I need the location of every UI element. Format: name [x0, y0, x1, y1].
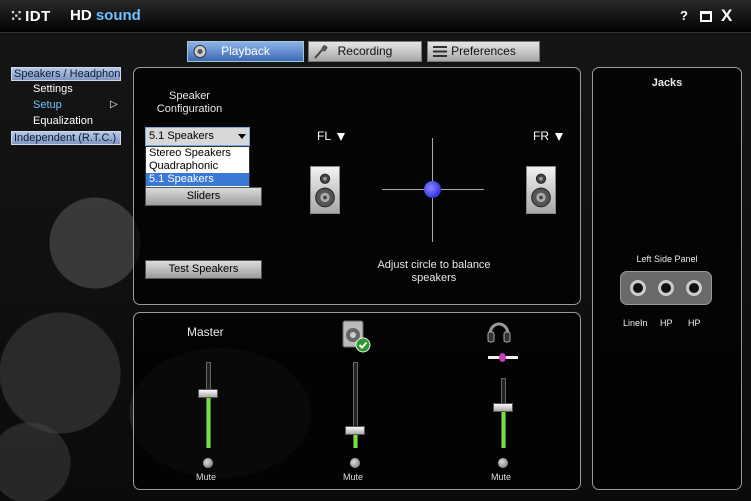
- front-left-channel[interactable]: FL: [317, 129, 346, 143]
- tab-playback-label: Playback: [221, 44, 270, 58]
- tab-playback[interactable]: Playback: [187, 41, 304, 62]
- front-right-channel[interactable]: FR: [533, 129, 563, 143]
- speaker-config-title: Speaker Configuration: [156, 90, 223, 115]
- close-button[interactable]: X: [721, 6, 732, 26]
- setup-arrow-icon: ▷: [110, 99, 118, 110]
- hp-jack-icon[interactable]: [658, 280, 674, 296]
- hp-jack-icon[interactable]: [686, 280, 702, 296]
- jacks-location: Left Side Panel: [636, 254, 698, 264]
- logo-text: IDT: [25, 8, 51, 25]
- slider-thumb[interactable]: [493, 403, 513, 412]
- dropdown-arrow-icon: [238, 134, 246, 139]
- list-icon: [433, 46, 447, 57]
- tab-recording-label: Recording: [337, 44, 393, 58]
- maximize-button[interactable]: [700, 11, 712, 22]
- slider-thumb[interactable]: [345, 426, 365, 435]
- product-main: HD: [70, 7, 92, 24]
- sidebar-item-speakers-headphones[interactable]: Speakers / Headphones: [11, 67, 121, 81]
- tab-preferences-label: Preferences: [451, 44, 516, 58]
- headphone-volume-slider[interactable]: [491, 378, 515, 448]
- speaker-device-check-icon: [342, 320, 371, 353]
- title-bar: ⁙ IDT HD sound ? X: [0, 0, 751, 33]
- speaker-mute-button[interactable]: [350, 458, 360, 468]
- test-speakers-button[interactable]: Test Speakers: [145, 260, 262, 279]
- slider-thumb[interactable]: [198, 389, 218, 398]
- fr-label: FR: [533, 129, 549, 143]
- product-accent: sound: [95, 7, 141, 24]
- balance-circle-handle[interactable]: [424, 181, 441, 198]
- sidebar-item-equalization[interactable]: Equalization: [33, 115, 93, 127]
- speaker-config-dropdown[interactable]: 5.1 Speakers: [145, 127, 250, 146]
- fl-triangle-icon: [337, 132, 346, 141]
- headphone-mute-label: Mute: [491, 472, 512, 482]
- option-stereo[interactable]: Stereo Speakers: [146, 147, 249, 160]
- headphone-mute-button[interactable]: [498, 458, 508, 468]
- speaker-mute-label: Mute: [343, 472, 364, 482]
- front-right-speaker-icon[interactable]: [526, 166, 556, 214]
- fl-label: FL: [317, 129, 332, 143]
- speaker-config-panel: Speaker Configuration 5.1 Speakers Stere…: [133, 67, 581, 305]
- speaker-balance-pad[interactable]: [382, 138, 484, 242]
- jack-label-hp: HP: [660, 318, 673, 328]
- option-5-1[interactable]: 5.1 Speakers: [146, 173, 249, 186]
- front-left-speaker-icon[interactable]: [310, 166, 340, 214]
- speaker-config-options: Stereo Speakers Quadraphonic 5.1 Speaker…: [145, 146, 250, 190]
- master-mute-label: Mute: [196, 472, 217, 482]
- jack-label-line-in: LineIn: [623, 318, 648, 328]
- fr-triangle-icon: [555, 132, 563, 141]
- sidebar-item-settings[interactable]: Settings: [33, 83, 73, 95]
- product-name: HD sound: [70, 7, 141, 24]
- idt-logo: ⁙ IDT: [10, 7, 51, 25]
- sliders-button[interactable]: Sliders: [145, 187, 262, 206]
- microphone-icon: [314, 45, 328, 59]
- balance-hint: Adjust circle to balance speakers: [377, 259, 491, 284]
- line-in-jack-icon[interactable]: [630, 280, 646, 296]
- tab-recording[interactable]: Recording: [308, 41, 422, 62]
- jacks-panel: Jacks Left Side Panel LineIn HP HP: [592, 67, 742, 490]
- tab-preferences[interactable]: Preferences: [427, 41, 540, 62]
- playback-speaker-icon: [193, 45, 207, 58]
- jack-panel-graphic: [620, 271, 712, 305]
- help-button[interactable]: ?: [680, 8, 688, 23]
- sidebar-item-independent-headphones[interactable]: Independent (R.T.C.) Headphones: [11, 131, 121, 145]
- idt-hd-sound-window: ⁙ IDT HD sound ? X Playback Recording Pre…: [0, 0, 751, 501]
- headphone-balance-slider[interactable]: [488, 353, 518, 362]
- jack-label-hp: HP: [688, 318, 701, 328]
- master-mute-button[interactable]: [203, 458, 213, 468]
- slider-level-fill: [502, 408, 505, 448]
- slider-level-fill: [207, 394, 210, 448]
- speaker-config-selected: 5.1 Speakers: [149, 130, 214, 142]
- logo-dots-icon: ⁙: [10, 8, 24, 25]
- volume-mixer-panel: Master Mute Mute Mute: [133, 312, 581, 490]
- master-volume-slider[interactable]: [196, 362, 220, 448]
- sidebar-item-setup[interactable]: Setup: [33, 99, 62, 111]
- option-quadraphonic[interactable]: Quadraphonic: [146, 160, 249, 173]
- headphone-balance-knob[interactable]: [499, 353, 506, 362]
- master-label: Master: [187, 325, 224, 339]
- jacks-title: Jacks: [651, 77, 683, 89]
- speaker-volume-slider[interactable]: [343, 362, 367, 448]
